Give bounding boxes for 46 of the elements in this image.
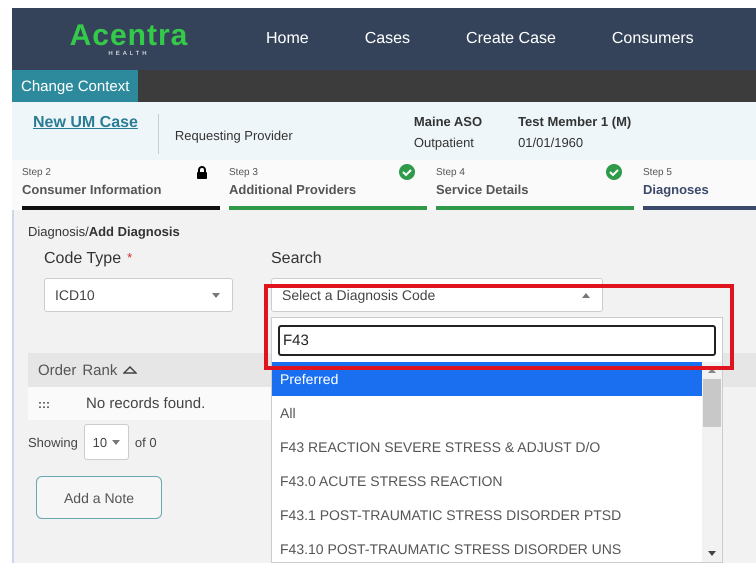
caret-icon xyxy=(212,292,220,298)
caret-icon xyxy=(582,292,590,298)
step-title: Consumer Information xyxy=(22,182,162,197)
drag-handle[interactable]: ::: xyxy=(38,396,86,410)
nav-link[interactable]: Home xyxy=(266,30,309,48)
total-count: of 0 xyxy=(134,434,157,450)
breadcrumb: Diagnosis/Add Diagnosis xyxy=(28,224,180,239)
step-number: Step 5 xyxy=(643,166,672,178)
logo: Acentra xyxy=(70,21,188,51)
sort-icon xyxy=(123,366,138,374)
step-tab[interactable]: Step 2 Consumer Information xyxy=(22,164,220,210)
showing-label: Showing xyxy=(28,434,78,450)
nav-link[interactable]: Cases xyxy=(364,30,410,48)
code-type-select[interactable]: ICD10 xyxy=(44,278,233,312)
scroll-up-icon[interactable] xyxy=(708,368,716,373)
setting-text: Outpatient xyxy=(414,135,475,150)
step-tab[interactable]: Step 3 Additional Providers xyxy=(229,164,427,210)
birth-date: 01/01/1960 xyxy=(518,135,584,150)
column-header[interactable]: Rank xyxy=(82,362,118,378)
field-label: Code Type xyxy=(44,250,122,268)
step-tab[interactable]: Step 5 Diagnoses xyxy=(643,164,756,210)
caret-icon xyxy=(112,440,120,444)
nav-link[interactable]: Consumers xyxy=(612,30,694,48)
filter-field[interactable]: F43 xyxy=(278,325,716,356)
column-header: Order xyxy=(38,362,76,378)
provider-label: Requesting Provider xyxy=(174,128,294,143)
case-title-link[interactable]: New UM Case xyxy=(33,114,138,132)
scroll-down-icon[interactable] xyxy=(708,551,716,556)
nav-link[interactable]: Create Case xyxy=(466,30,556,48)
program-name: Maine ASO xyxy=(414,114,482,129)
step-number: Step 3 xyxy=(229,166,258,178)
scrollbar[interactable] xyxy=(702,362,722,562)
step-title: Additional Providers xyxy=(229,182,358,197)
step-title: Service Details xyxy=(436,182,530,197)
change-context-tab[interactable]: Change Context xyxy=(12,70,138,102)
add-note-button[interactable]: Add a Note xyxy=(36,476,162,519)
empty-message: No records found. xyxy=(86,395,206,412)
member-name: Test Member 1 (M) xyxy=(518,114,632,129)
required-mark: * xyxy=(127,250,132,267)
step-title: Diagnoses xyxy=(643,182,710,197)
step-number: Step 2 xyxy=(22,166,51,178)
page-size-select[interactable]: 10 xyxy=(84,424,129,460)
step-number: Step 4 xyxy=(436,166,465,178)
step-tab[interactable]: Step 4 Service Details xyxy=(436,164,634,210)
field-label: Search xyxy=(271,250,323,268)
scroll-thumb[interactable] xyxy=(703,379,721,427)
